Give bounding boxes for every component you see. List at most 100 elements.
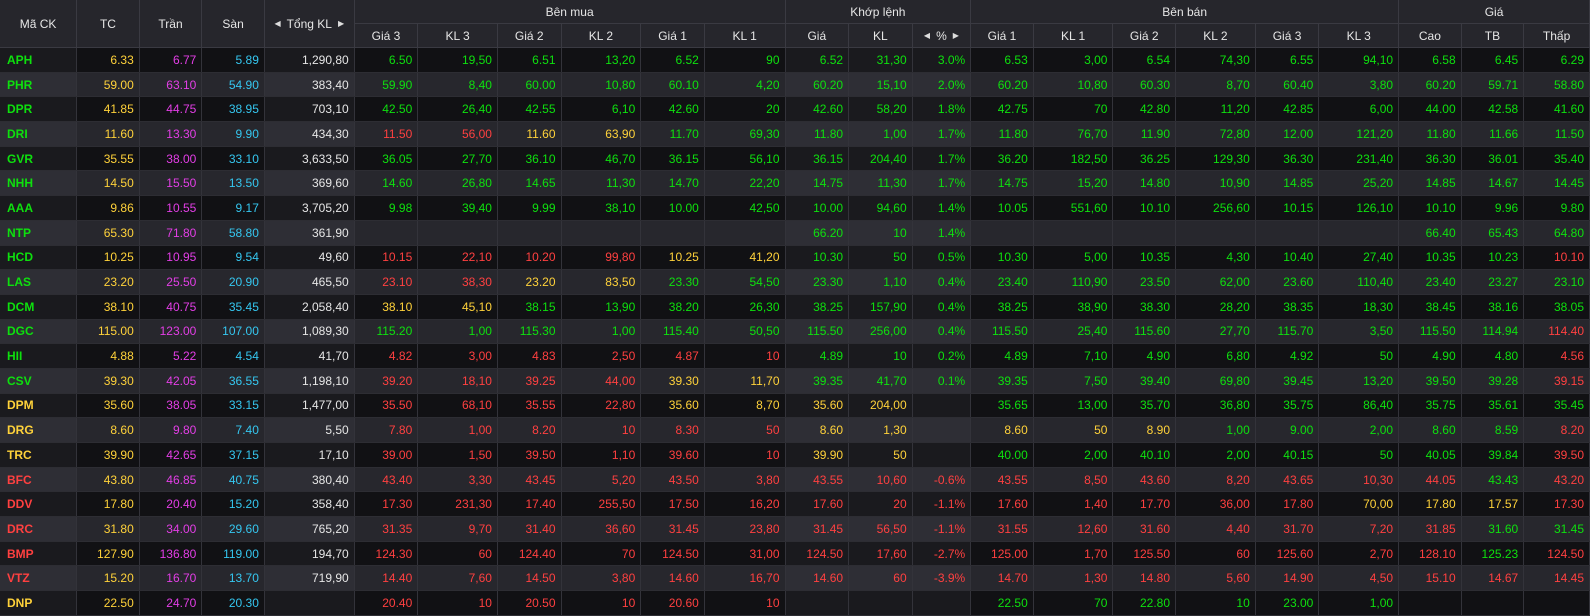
col-buy-price3[interactable]: Giá 3 (354, 23, 419, 48)
table-row[interactable]: HII 4.88 5.22 4.54 41,70 4.82 3,00 4.83 2,50 4.87… (0, 343, 1590, 369)
cell-sell-price1: 36.20 (970, 146, 1034, 172)
cell-low: 4.56 (1523, 343, 1590, 369)
cell-sell-vol3: 121,20 (1318, 121, 1400, 147)
cell-sell-vol2: 6,80 (1175, 343, 1256, 369)
cell-match-pct: -1.1% (912, 491, 972, 518)
table-row[interactable]: LAS 23.20 25.50 20.90 465,50 23.10 38,30 23.20 8… (0, 269, 1590, 295)
cell-symbol[interactable]: LAS (0, 269, 78, 295)
table-row[interactable]: DRC 31.80 34.00 29.60 765,20 31.35 9,70 31.40 36… (0, 516, 1590, 542)
arrow-right-icon[interactable]: ▶ (953, 31, 959, 40)
table-row[interactable]: TRC 39.90 42.65 37.15 17,10 39.00 1,50 39.50 1,1… (0, 442, 1590, 468)
table-row[interactable]: BMP 127.90 136.80 119.00 194,70 124.30 60 124.4… (0, 541, 1590, 567)
cell-symbol[interactable]: GVR (0, 146, 78, 172)
table-row[interactable]: NTP 65.30 71.80 58.80 361,90 66.20 10 1.4% 66.40… (0, 220, 1590, 246)
cell-symbol[interactable]: PHR (0, 72, 78, 98)
col-sell-price2[interactable]: Giá 2 (1112, 23, 1177, 48)
table-row[interactable]: DRI 11.60 13.30 9.90 434,30 11.50 56,00 11.60 63… (0, 121, 1590, 147)
col-sell-price1[interactable]: Giá 1 (970, 23, 1034, 48)
col-high[interactable]: Cao (1398, 23, 1462, 48)
cell-sell-vol2: 4,40 (1175, 516, 1256, 542)
cell-symbol[interactable]: AAA (0, 195, 78, 221)
cell-buy-price2: 4.83 (497, 343, 562, 369)
cell-avg: 8.59 (1461, 417, 1525, 443)
col-sell-price3[interactable]: Giá 3 (1255, 23, 1320, 48)
cell-symbol[interactable]: DRI (0, 121, 78, 147)
cell-symbol[interactable]: TRC (0, 442, 78, 468)
col-sell-vol1[interactable]: KL 1 (1033, 23, 1114, 48)
col-ceil[interactable]: Trần (139, 0, 203, 48)
cell-symbol[interactable]: DGC (0, 319, 78, 345)
cell-sell-vol3: 50 (1318, 442, 1400, 468)
cell-match-pct: 0.5% (912, 245, 972, 271)
cell-symbol[interactable]: VTZ (0, 565, 78, 592)
table-row[interactable]: APH 6.33 6.77 5.89 1,290,80 6.50 19,50 6.51 13,2… (0, 47, 1590, 73)
cell-buy-vol3 (417, 220, 498, 246)
cell-symbol[interactable]: CSV (0, 368, 78, 394)
table-row[interactable]: DCM 38.10 40.75 35.45 2,058,40 38.10 45,10 38.1… (0, 294, 1590, 320)
cell-symbol[interactable]: DPR (0, 96, 78, 123)
cell-symbol[interactable]: DRC (0, 516, 78, 542)
col-buy-vol1[interactable]: KL 1 (704, 23, 786, 48)
arrow-right-icon[interactable]: ▶ (338, 19, 344, 28)
cell-sell-vol2: 8,70 (1175, 72, 1256, 98)
cell-symbol[interactable]: HII (0, 343, 78, 369)
col-match-vol[interactable]: KL (848, 23, 913, 48)
col-sell-vol2[interactable]: KL 2 (1175, 23, 1256, 48)
col-buy-price2[interactable]: Giá 2 (497, 23, 562, 48)
table-row[interactable]: PHR 59.00 63.10 54.90 383,40 59.90 8,40 60.00 10… (0, 72, 1590, 98)
cell-match-vol (848, 590, 913, 616)
arrow-left-icon[interactable]: ◀ (274, 19, 280, 28)
cell-sell-vol1: 1,70 (1033, 541, 1114, 567)
table-row[interactable]: DRG 8.60 9.80 7.40 5,50 7.80 1,00 8.20 10 8.30 50 8… (0, 417, 1590, 443)
cell-symbol[interactable]: HCD (0, 245, 78, 271)
cell-symbol[interactable]: BMP (0, 541, 78, 567)
table-row[interactable]: DPM 35.60 38.05 33.15 1,477,00 35.50 68,10 35.5… (0, 393, 1590, 419)
col-buy-vol2[interactable]: KL 2 (561, 23, 642, 48)
cell-sell-price3: 31.70 (1255, 516, 1320, 542)
table-row[interactable]: DNP 22.50 24.70 20.30 20.40 10 20.50 10 20.60 10 2… (0, 590, 1590, 616)
cell-high (1398, 590, 1462, 616)
table-row[interactable]: GVR 35.55 38.00 33.10 3,633,50 36.05 27,70 36.1… (0, 146, 1590, 172)
cell-sell-price1: 40.00 (970, 442, 1034, 468)
cell-match-pct: 0.4% (912, 319, 972, 345)
cell-symbol[interactable]: APH (0, 47, 78, 73)
col-low[interactable]: Thấp (1523, 23, 1590, 48)
cell-buy-price1: 4.87 (640, 343, 705, 369)
cell-symbol[interactable]: DRG (0, 417, 78, 443)
col-avg[interactable]: TB (1461, 23, 1525, 48)
col-total-volume[interactable]: ◀ Tổng KL ▶ (264, 0, 355, 48)
cell-symbol[interactable]: DPM (0, 393, 78, 419)
cell-symbol[interactable]: NTP (0, 220, 78, 246)
col-buy-price1[interactable]: Giá 1 (640, 23, 705, 48)
cell-symbol[interactable]: DCM (0, 294, 78, 320)
cell-buy-vol2: 11,30 (561, 170, 642, 197)
col-match-price[interactable]: Giá (785, 23, 850, 48)
cell-total-volume: 380,40 (264, 467, 355, 493)
col-match-pct[interactable]: ◀% ▶ (912, 23, 972, 48)
cell-symbol[interactable]: BFC (0, 467, 78, 493)
table-row[interactable]: AAA 9.86 10.55 9.17 3,705,20 9.98 39,40 9.99 38,… (0, 195, 1590, 221)
arrow-left-icon[interactable]: ◀ (924, 31, 930, 40)
col-floor[interactable]: Sàn (201, 0, 265, 48)
table-row[interactable]: NHH 14.50 15.50 13.50 369,60 14.60 26,80 14.65 1… (0, 170, 1590, 197)
col-sell-vol3[interactable]: KL 3 (1318, 23, 1400, 48)
table-row[interactable]: VTZ 15.20 16.70 13.70 719,90 14.40 7,60 14.50 3,… (0, 565, 1590, 592)
cell-symbol[interactable]: DNP (0, 590, 78, 616)
col-buy-vol3[interactable]: KL 3 (417, 23, 498, 48)
cell-symbol[interactable]: DDV (0, 491, 78, 518)
col-symbol[interactable]: Mã CK (0, 0, 78, 48)
table-row[interactable]: DPR 41.85 44.75 38.95 703,10 42.50 26,40 42.55 6… (0, 96, 1590, 123)
cell-floor: 54.90 (201, 72, 265, 98)
cell-symbol[interactable]: NHH (0, 170, 78, 197)
table-row[interactable]: DDV 17.80 20.40 15.20 358,40 17.30 231,30 17.40… (0, 491, 1590, 518)
cell-ref: 10.25 (76, 245, 140, 271)
table-row[interactable]: BFC 43.80 46.85 40.75 380,40 43.40 3,30 43.45 5,… (0, 467, 1590, 493)
col-ref[interactable]: TC (76, 0, 140, 48)
table-row[interactable]: CSV 39.30 42.05 36.55 1,198,10 39.20 18,10 39.2… (0, 368, 1590, 394)
cell-buy-price1: 6.52 (640, 47, 705, 73)
table-row[interactable]: HCD 10.25 10.95 9.54 49,60 10.15 22,10 10.20 99,… (0, 245, 1590, 271)
table-row[interactable]: DGC 115.00 123.00 107.00 1,089,30 115.20 1,00 1… (0, 319, 1590, 345)
cell-match-pct: 0.4% (912, 269, 972, 295)
cell-ceil: 44.75 (139, 96, 203, 123)
cell-ref: 38.10 (76, 294, 140, 320)
